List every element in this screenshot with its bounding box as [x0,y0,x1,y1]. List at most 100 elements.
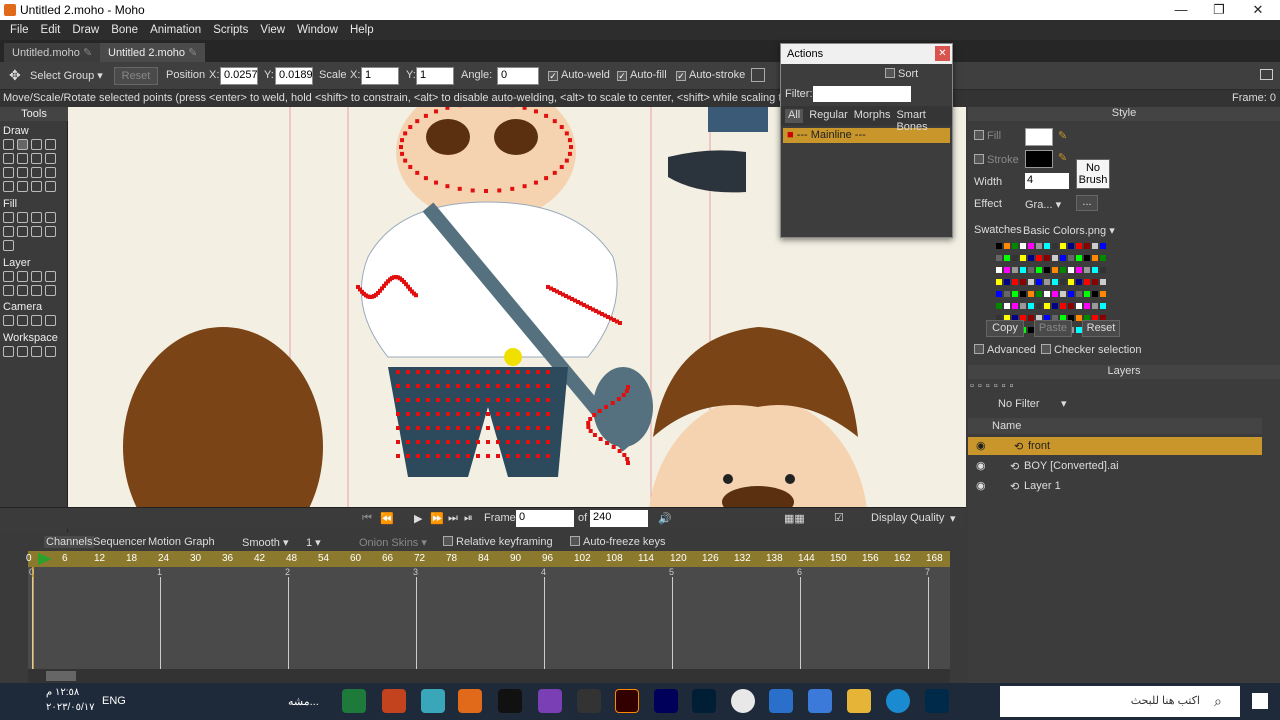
stroke-color-swatch[interactable] [1025,150,1053,168]
palette-swatch[interactable] [1028,255,1034,261]
palette-swatch[interactable] [1020,291,1026,297]
roll-camera-icon[interactable] [31,315,42,326]
panel-toggle-icon[interactable] [1260,69,1273,80]
selected-point[interactable] [496,370,500,374]
scatter-brush-icon[interactable] [17,167,28,178]
selected-point[interactable] [546,370,550,374]
palette-swatch[interactable] [1028,267,1034,273]
tiktok-icon[interactable] [498,689,522,713]
selected-point[interactable] [604,405,609,409]
playhead-icon[interactable] [38,553,52,565]
selected-point[interactable] [618,321,622,325]
display-quality-label[interactable]: Display Quality [871,512,944,524]
palette-swatch[interactable] [1100,255,1106,261]
selected-point[interactable] [510,186,515,191]
palette-swatch[interactable] [1004,267,1010,273]
relative-keyframing-checkbox[interactable]: Relative keyframing [443,536,553,548]
effect-dropdown[interactable]: Gra... ▾ [1025,198,1061,211]
rotate-workspace-icon[interactable] [31,346,42,357]
paint-bucket-icon[interactable] [31,212,42,223]
selected-point[interactable] [486,384,490,388]
auto-fill-checkbox[interactable]: ✓ Auto-fill [617,69,667,81]
selected-point[interactable] [406,454,410,458]
selected-point[interactable] [546,440,550,444]
palette-swatch[interactable] [1036,291,1042,297]
transform-points-icon[interactable] [17,139,28,150]
selected-point[interactable] [416,398,420,402]
selected-point[interactable] [625,461,630,465]
selected-point[interactable] [526,370,530,374]
auto-freeze-checkbox[interactable]: Auto-freeze keys [570,536,666,548]
selected-point[interactable] [526,412,530,416]
app-icon[interactable] [538,689,562,713]
selected-point[interactable] [617,449,622,453]
selected-point[interactable] [436,426,440,430]
selected-point[interactable] [423,113,428,118]
set-origin-icon[interactable] [3,271,14,282]
stroke-eyedropper-icon[interactable]: ✎ [1058,151,1067,164]
selected-point[interactable] [436,398,440,402]
palette-swatch[interactable] [1092,279,1098,285]
scale-y-input[interactable]: 1 [416,67,454,85]
selected-point[interactable] [526,440,530,444]
palette-swatch[interactable] [1060,303,1066,309]
scale-layer-icon[interactable] [45,271,56,282]
selected-point[interactable] [526,398,530,402]
selected-point[interactable] [470,188,475,193]
maximize-button[interactable]: ❐ [1204,2,1234,18]
selected-point[interactable] [526,426,530,430]
selected-point[interactable] [546,384,550,388]
search-box[interactable]: اكتب هنا للبحث [1000,686,1240,717]
selected-point[interactable] [496,426,500,430]
selected-point[interactable] [533,109,538,114]
rotate-layer-icon[interactable] [31,271,42,282]
selected-point[interactable] [436,370,440,374]
selected-point[interactable] [506,426,510,430]
palette-swatch[interactable] [1100,267,1106,273]
audio-icon[interactable]: 🔊 [658,512,672,525]
selected-point[interactable] [486,412,490,416]
palette-swatch[interactable] [1100,243,1106,249]
selected-point[interactable] [426,454,430,458]
palette-swatch[interactable] [1068,255,1074,261]
interpolation-dropdown[interactable]: Smooth ▾ [242,536,289,549]
palette-swatch[interactable] [1052,267,1058,273]
selected-point[interactable] [506,398,510,402]
selected-point[interactable] [406,384,410,388]
paste-button[interactable]: Paste [1034,320,1072,337]
selected-point[interactable] [526,384,530,388]
draw-shape-icon[interactable] [17,153,28,164]
visibility-eye-icon[interactable]: ◉ [976,439,986,452]
illustrator-icon[interactable] [615,689,639,713]
selected-point[interactable] [446,370,450,374]
palette-swatch[interactable] [1100,279,1106,285]
palette-swatch[interactable] [1076,291,1082,297]
end-icon[interactable]: ⏭ [448,512,458,525]
palette-swatch[interactable] [1044,303,1050,309]
orbit-icon[interactable] [45,346,56,357]
palette-swatch[interactable] [1060,267,1066,273]
frame-ruler[interactable]: 0 6 12 18 24 30 36 42 48 54 60 66 72 78 84 90 96 102 108 11… [26,551,950,567]
selected-point[interactable] [403,158,408,163]
position-y-input[interactable]: 0.0189 [275,67,313,85]
selected-point[interactable] [564,131,569,136]
filter-input[interactable] [813,86,911,102]
select-shape-icon[interactable] [3,212,14,223]
selected-point[interactable] [476,412,480,416]
palette-swatch[interactable] [1028,291,1034,297]
selected-point[interactable] [415,170,420,175]
selected-point[interactable] [456,412,460,416]
translate-layer-icon[interactable] [17,271,28,282]
step-back-icon[interactable]: ⏪ [380,512,394,525]
tab-smart-bones[interactable]: Smart Bones [896,109,948,133]
palette-swatch[interactable] [996,255,1002,261]
selected-point[interactable] [446,412,450,416]
shape-tool-icon[interactable] [751,68,765,82]
palette-swatch[interactable] [1060,243,1066,249]
advanced-checkbox[interactable]: Advanced [974,344,1036,356]
selected-point[interactable] [434,109,439,114]
palette-swatch[interactable] [1036,303,1042,309]
palette-swatch[interactable] [1020,267,1026,273]
selected-point[interactable] [588,429,593,433]
excel-icon[interactable] [342,689,366,713]
